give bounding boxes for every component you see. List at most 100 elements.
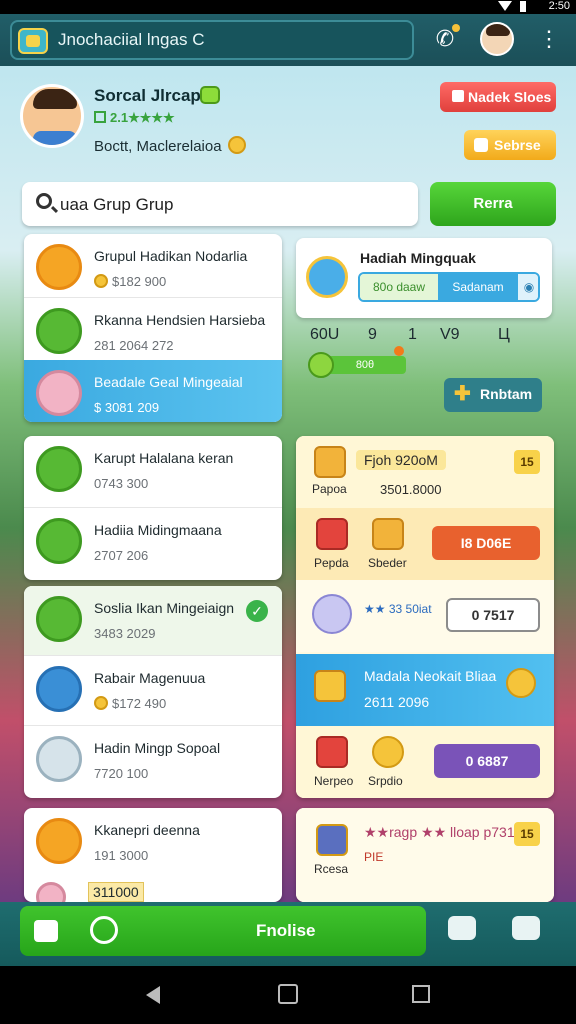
list-item-value: $182 900: [112, 274, 167, 289]
list-item-title: Rabair Magenuua: [94, 670, 206, 686]
shop-item-sub: 2611 2096: [364, 694, 430, 710]
profile-name: Sorcal Jlrcap: [94, 86, 201, 105]
profile-subtitle: Boctt, Maclerelaioa: [94, 136, 246, 155]
list-item-title: Kkanepri deenna: [94, 822, 200, 838]
list-item-value: 281 2064 272: [94, 338, 174, 353]
list-item-sub: $172 490: [94, 696, 166, 711]
group-list-card-1: Grupul Hadikan Nodarlia $182 900 Rkanna …: [24, 234, 282, 422]
fish-icon: [36, 596, 82, 642]
ticket-icon: [314, 670, 346, 702]
box-icon: [36, 736, 82, 782]
list-item-value: 191 3000: [94, 848, 149, 863]
tab-info-icon[interactable]: ◉: [518, 274, 538, 300]
group-search-input[interactable]: uaa Grup Grup: [22, 182, 418, 226]
recents-icon[interactable]: [412, 985, 430, 1003]
list-item-selected[interactable]: Beadale Geal Mingeaial $ 3081 209: [24, 360, 282, 422]
phone-icon[interactable]: ✆: [432, 24, 460, 52]
group-list-card-4: Kkanepri deenna 191 3000 311000: [24, 808, 282, 902]
top-search-input[interactable]: Jnochaciial lngas С: [10, 20, 414, 60]
bulb-icon: [474, 138, 488, 152]
list-item[interactable]: Karupt Halalana keran 0743 300: [24, 436, 282, 508]
shop-panel-1: Fjoh 920oM Papoa 3501.8000 15 Pepda Sbed…: [296, 436, 554, 798]
counter-value: 60U: [310, 326, 340, 343]
weekly-tabs: 80o daaw Sadanam ◉: [358, 272, 540, 302]
shop-item-name: Sbeder: [368, 556, 407, 570]
shop-row[interactable]: Pepda Sbeder I8 D06E: [296, 508, 554, 580]
list-item[interactable]: 311000: [24, 866, 282, 902]
list-item-title: Hadin Mingp Sopoal: [94, 740, 221, 756]
shop-item-sub: PIE: [364, 850, 384, 864]
bottom-nav: Fnolise: [0, 902, 576, 966]
buy-button[interactable]: I8 D06E: [432, 526, 540, 560]
tab-weekly[interactable]: Sadanam: [438, 274, 518, 300]
price-button[interactable]: 0 7517: [446, 598, 540, 632]
user-avatar[interactable]: [480, 22, 514, 56]
yellow-action-button[interactable]: Sebrse: [464, 130, 556, 160]
list-item[interactable]: Grupul Hadikan Nodarlia $182 900: [24, 234, 282, 298]
more-menu-icon[interactable]: ⋮: [538, 26, 560, 54]
shop-row[interactable]: Nerpeo Srpdio 0 6887: [296, 726, 554, 798]
shop-item-title: ★★ragp ★★ lloap p731: [364, 824, 515, 840]
search-submit-button[interactable]: Rerra: [430, 182, 556, 226]
list-item-title: Hadiia Midingmaana: [94, 522, 222, 538]
home-icon[interactable]: [278, 984, 298, 1004]
buy-button[interactable]: 0 6887: [434, 744, 540, 778]
shop-panel-2: ★★ragp ★★ lloap p731 PIE Rcesa 15: [296, 808, 554, 902]
counter-value: Ц: [498, 326, 510, 343]
clock-icon: [90, 916, 118, 944]
status-bar: 2:50: [0, 0, 576, 14]
shop-row-selected[interactable]: Madala Neokait Bliaa 2611 2096: [296, 654, 554, 726]
group-list-card-3: Soslia Ikan Mingeiaign 3483 2029 ✓ Rabai…: [24, 586, 282, 798]
hat-icon[interactable]: [448, 916, 476, 940]
list-item[interactable]: Rabair Magenuua $172 490: [24, 656, 282, 726]
list-item[interactable]: Rkanna Hendsien Harsieba 281 2064 272: [24, 298, 282, 362]
candy-icon: [36, 370, 82, 416]
list-item-sub: $182 900: [94, 274, 166, 289]
shop-item-title: Fjoh 920oM: [356, 450, 446, 470]
shop-item-name: Pepda: [314, 556, 349, 570]
list-item-title: Grupul Hadikan Nodarlia: [94, 248, 248, 264]
battery-icon: [520, 1, 526, 12]
rating-box-icon: [94, 111, 106, 123]
plus-icon: ✚: [454, 383, 471, 405]
finalize-button[interactable]: Fnolise: [20, 906, 426, 956]
shop-item-stars: ★★ 33 50іаt: [364, 602, 432, 616]
profile-avatar[interactable]: [20, 84, 84, 148]
weekly-reward-card: Hadiah Mingquak 80o daaw Sadanam ◉: [296, 238, 552, 318]
tag-icon: [452, 90, 464, 102]
back-icon[interactable]: [146, 986, 160, 1004]
count-badge: 15: [514, 450, 540, 474]
list-item[interactable]: Soslia Ikan Mingeiaign 3483 2029 ✓: [24, 586, 282, 656]
shop-row[interactable]: ★★ragp ★★ lloap p731 PIE Rcesa 15: [296, 808, 554, 902]
wallet-icon: [34, 920, 58, 942]
bowl-icon: [36, 308, 82, 354]
list-item-value: 7720 100: [94, 766, 149, 781]
list-item-value: $ 3081 209: [94, 400, 160, 415]
weekly-progress: 80θ: [308, 346, 406, 378]
yellow-button-label: Sebrse: [494, 137, 541, 153]
list-item[interactable]: Hadiia Midingmaana 2707 206: [24, 508, 282, 580]
add-reward-label: Rnbtam: [480, 386, 533, 402]
list-item-value: 3483 2029: [94, 626, 156, 641]
list-item-title: Beadale Geal Mingeaial: [94, 374, 243, 390]
tab-daily[interactable]: 80o daaw: [360, 274, 438, 300]
shop-row[interactable]: Fjoh 920oM Papoa 3501.8000 15: [296, 436, 554, 508]
red-action-button[interactable]: Nadek Sloes: [440, 82, 556, 112]
system-nav-bar: [0, 966, 576, 1024]
app-logo-icon: [18, 28, 48, 54]
shop-row[interactable]: ★★ 33 50іаt 0 7517: [296, 580, 554, 652]
list-item-title: Karupt Halalana keran: [94, 450, 234, 466]
add-reward-button[interactable]: ✚ Rnbtam: [444, 378, 542, 412]
list-item[interactable]: Kkanepri deenna 191 3000: [24, 808, 282, 866]
counter-value: 9: [368, 326, 377, 343]
check-icon: ✓: [246, 600, 268, 622]
group-search-value: uaa Grup Grup: [60, 195, 174, 214]
list-item[interactable]: Hadin Mingp Sopoal 7720 100: [24, 726, 282, 796]
list-item-value: 0743 300: [94, 476, 149, 491]
counter-value: 1: [408, 326, 417, 343]
weekly-title: Hadiah Mingquak: [360, 250, 476, 266]
shop-item-name: Nerpeo: [314, 774, 354, 788]
cart-icon[interactable]: [512, 916, 540, 940]
crown-coin-icon: [36, 244, 82, 290]
avatar-icon: [36, 446, 82, 492]
